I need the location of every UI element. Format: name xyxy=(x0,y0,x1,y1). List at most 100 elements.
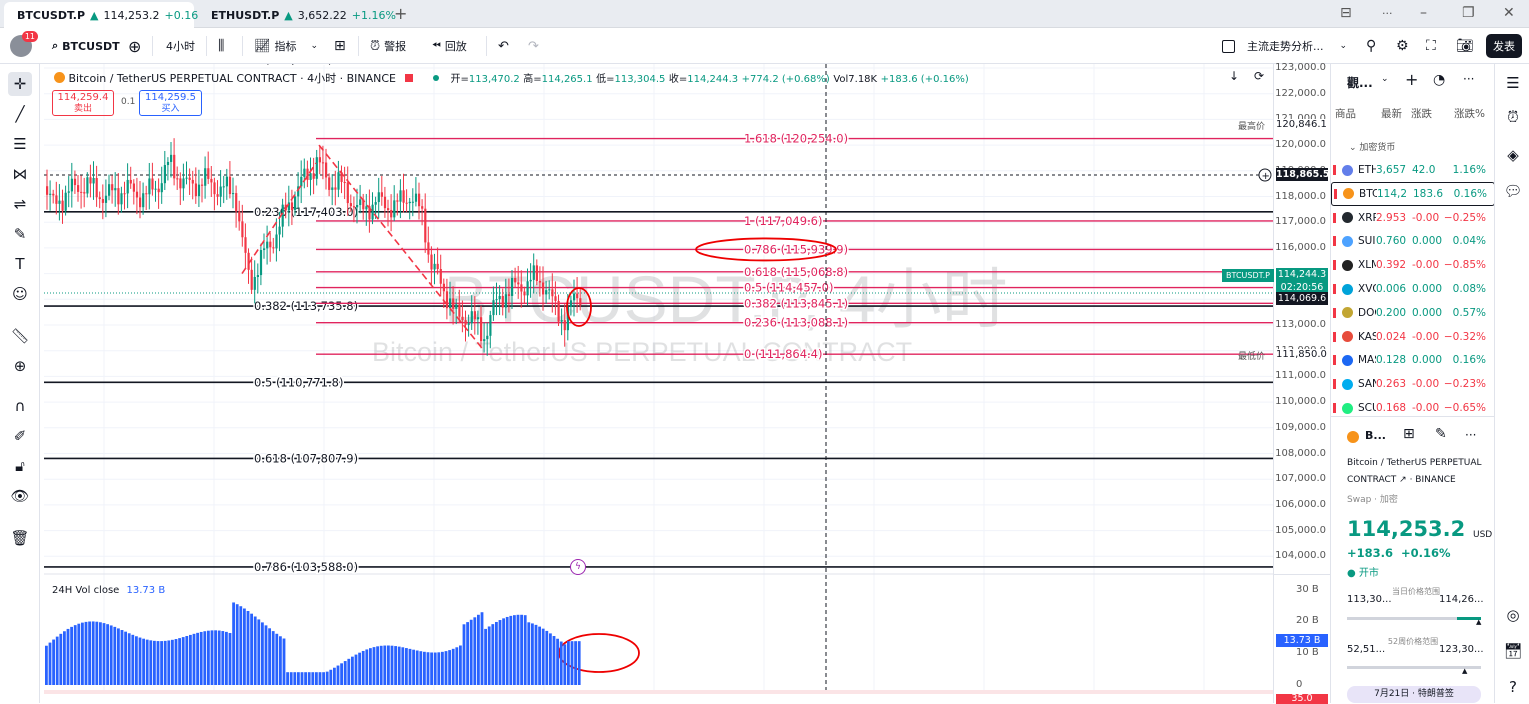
alert-button[interactable]: ⏰︎ 警报 xyxy=(370,28,406,64)
watchlist-section[interactable]: ⌄ 加密货币 xyxy=(1349,140,1395,153)
flag-icon[interactable] xyxy=(1333,212,1336,223)
candle-body xyxy=(563,320,566,331)
crosshair-icon[interactable]: ✛ xyxy=(8,72,32,96)
watchlist-row[interactable]: KASUSDT0.024 -0.00−0.32% xyxy=(1331,325,1495,349)
flag-icon[interactable] xyxy=(1333,260,1336,271)
new-tab-icon[interactable]: + xyxy=(394,4,407,23)
collapse-icon[interactable]: ↓ xyxy=(1229,69,1239,83)
row-change-pct: 0.16% xyxy=(1453,187,1487,200)
flag-icon[interactable] xyxy=(1333,379,1336,390)
chat-icon[interactable]: 💬︎ xyxy=(1503,182,1523,202)
flag-icon[interactable] xyxy=(1333,236,1336,247)
more-icon[interactable]: ··· xyxy=(1465,428,1476,442)
column-change[interactable]: 涨跌 xyxy=(1411,106,1441,121)
chart-canvas[interactable]: BTCUSDT.P, 4小时Bitcoin / TetherUS PERPETU… xyxy=(44,64,1273,694)
fib-level-label: 0.618 (107,807.9) xyxy=(254,451,358,465)
projection-icon[interactable]: ⇌ xyxy=(8,192,32,216)
fib-level-label: 1.618 (120,254.0) xyxy=(744,132,848,146)
text-icon[interactable]: T xyxy=(8,252,32,276)
interval-button[interactable]: 4小时 xyxy=(166,28,195,64)
edit-icon[interactable]: ✎ xyxy=(1435,426,1447,442)
minimize-icon[interactable]: – xyxy=(1420,5,1427,21)
chevron-down-icon[interactable]: ⌄ xyxy=(1381,74,1389,84)
volume-bar xyxy=(577,641,581,685)
watchlist-row[interactable]: MASKUSDT0.128 0.000 0.16% xyxy=(1331,348,1495,372)
trash-icon[interactable]: 🗑︎ xyxy=(8,526,32,550)
lock-icon[interactable]: 🔓︎ xyxy=(8,454,32,478)
flag-icon[interactable] xyxy=(1333,403,1336,413)
draw-lock-icon[interactable]: ✐ xyxy=(8,424,32,448)
watchlist-row[interactable]: XRPUSDT2.953 -0.00−0.25% xyxy=(1331,206,1495,230)
publish-button[interactable]: 发表 xyxy=(1486,28,1522,64)
watchlist-icon[interactable]: ☰ xyxy=(1503,74,1523,94)
emoji-icon[interactable]: ☺ xyxy=(8,282,32,306)
compare-button[interactable]: ⊕ xyxy=(128,28,141,64)
tab-ethusdt[interactable]: ETHUSDT.P ▲ 3,652.22 +1.16% xyxy=(198,2,396,28)
target-icon[interactable]: ◎ xyxy=(1503,606,1523,626)
flag-icon[interactable] xyxy=(1333,331,1336,342)
flag-icon[interactable] xyxy=(1333,307,1336,318)
add-symbol-icon[interactable]: + xyxy=(1405,70,1418,89)
chart-pane[interactable]: BTCUSDT.P, 4小时 Bitcoin / TetherUS PERPETU… xyxy=(44,64,1273,694)
ruler-icon[interactable]: 📏︎ xyxy=(8,324,32,348)
pattern-icon[interactable]: ⋈ xyxy=(8,162,32,186)
flag-icon[interactable] xyxy=(1333,165,1336,175)
maximize-icon[interactable]: ❐ xyxy=(1462,5,1475,21)
buy-button[interactable]: 114,259.5 买入 xyxy=(139,90,202,116)
watchlist-row[interactable]: BTCUSDT114,2 183.6 0.16% xyxy=(1331,181,1495,206)
undo-button[interactable]: ↶ xyxy=(498,28,509,64)
screenshot-button[interactable]: 📷︎ xyxy=(1456,28,1474,64)
watchlist-row[interactable]: SANDUSDT0.263 -0.00−0.23% xyxy=(1331,372,1495,396)
alarm-clock-icon[interactable]: ⏰︎ xyxy=(1503,108,1523,128)
brush-icon[interactable]: ✎ xyxy=(8,222,32,246)
eye-icon[interactable]: 👁︎ xyxy=(8,484,32,508)
layout-select[interactable]: 主流走势分析... ⌄ xyxy=(1222,28,1347,64)
tab-btcusdt[interactable]: BTCUSDT.P ▲ 114,253.2 +0.16 xyxy=(4,2,198,28)
watchlist-row[interactable]: XLMUSDT0.392 -0.00−0.85% xyxy=(1331,253,1495,277)
sell-button[interactable]: 114,259.4 卖出 xyxy=(52,90,114,116)
fib-retracement-icon[interactable]: ☰ xyxy=(8,132,32,156)
layout-icon[interactable]: ⊟ xyxy=(1340,5,1352,21)
close-icon[interactable]: ✕ xyxy=(1503,5,1515,21)
flag-icon[interactable] xyxy=(405,74,414,82)
magnet-icon[interactable]: ∩ xyxy=(8,394,32,418)
layers-icon[interactable]: ◈ xyxy=(1503,146,1523,166)
column-symbol[interactable]: 商品 xyxy=(1335,106,1381,121)
fullscreen-button[interactable]: ⛶ xyxy=(1426,28,1436,64)
indicators-button[interactable]: 📈︎ 指标 ⌄ xyxy=(254,28,318,64)
flag-icon[interactable] xyxy=(1333,355,1336,366)
chart-pie-icon[interactable]: ◔ xyxy=(1433,72,1445,88)
more-icon[interactable]: ··· xyxy=(1382,7,1393,20)
candle-body xyxy=(49,193,52,195)
flag-icon[interactable] xyxy=(1333,284,1336,294)
watchlist-title[interactable]: 觀... xyxy=(1347,74,1373,91)
event-marker-icon[interactable]: ϟ xyxy=(570,559,586,575)
more-icon[interactable]: ··· xyxy=(1463,72,1474,86)
calendar-icon[interactable]: 📅︎ xyxy=(1503,642,1523,662)
zoom-in-icon[interactable]: ⊕ xyxy=(8,354,32,378)
settings-button[interactable]: ⚙ xyxy=(1396,28,1409,64)
volume-bar xyxy=(138,637,142,685)
chart-type-button[interactable]: ⫼ xyxy=(218,28,224,64)
column-last[interactable]: 最新 xyxy=(1381,106,1411,121)
plus-circle-icon: ⊕ xyxy=(128,36,142,56)
price-axis[interactable]: 123,000.0122,000.0121,000.0120,000.0119,… xyxy=(1222,62,1331,704)
watchlist-row[interactable]: SUIUSDT0.760 0.000 0.04% xyxy=(1331,229,1495,253)
watchlist-row[interactable]: XVGUSDT0.006 0.000 0.08% xyxy=(1331,277,1495,301)
symbol-search[interactable]: ⌕ BTCUSDT xyxy=(52,28,120,64)
trendline-icon[interactable]: ╱ xyxy=(8,102,32,126)
redo-button[interactable]: ↷ xyxy=(528,28,539,64)
watchlist-row[interactable]: ETHUSDT3,657 42.0 1.16% xyxy=(1331,158,1495,182)
templates-button[interactable]: ⊞ xyxy=(334,28,346,64)
avatar[interactable]: 11 xyxy=(10,28,38,64)
column-change-pct[interactable]: 涨跌% xyxy=(1441,106,1485,121)
replay-button[interactable]: ⏪︎ 回放 xyxy=(432,28,467,64)
flag-icon[interactable] xyxy=(1334,188,1337,199)
help-icon[interactable]: ? xyxy=(1503,678,1523,698)
grid-icon[interactable]: ⊞ xyxy=(1403,426,1415,442)
watchlist-row[interactable]: DOGEUSDT0.200 0.000 0.57% xyxy=(1331,301,1495,325)
refresh-icon[interactable]: ⟳ xyxy=(1254,69,1264,83)
event-chip[interactable]: 7月21日 · 特朗普签 xyxy=(1347,686,1481,703)
row-change-pct: 0.16% xyxy=(1452,354,1486,367)
quick-search-button[interactable]: ⚲ xyxy=(1366,28,1376,64)
